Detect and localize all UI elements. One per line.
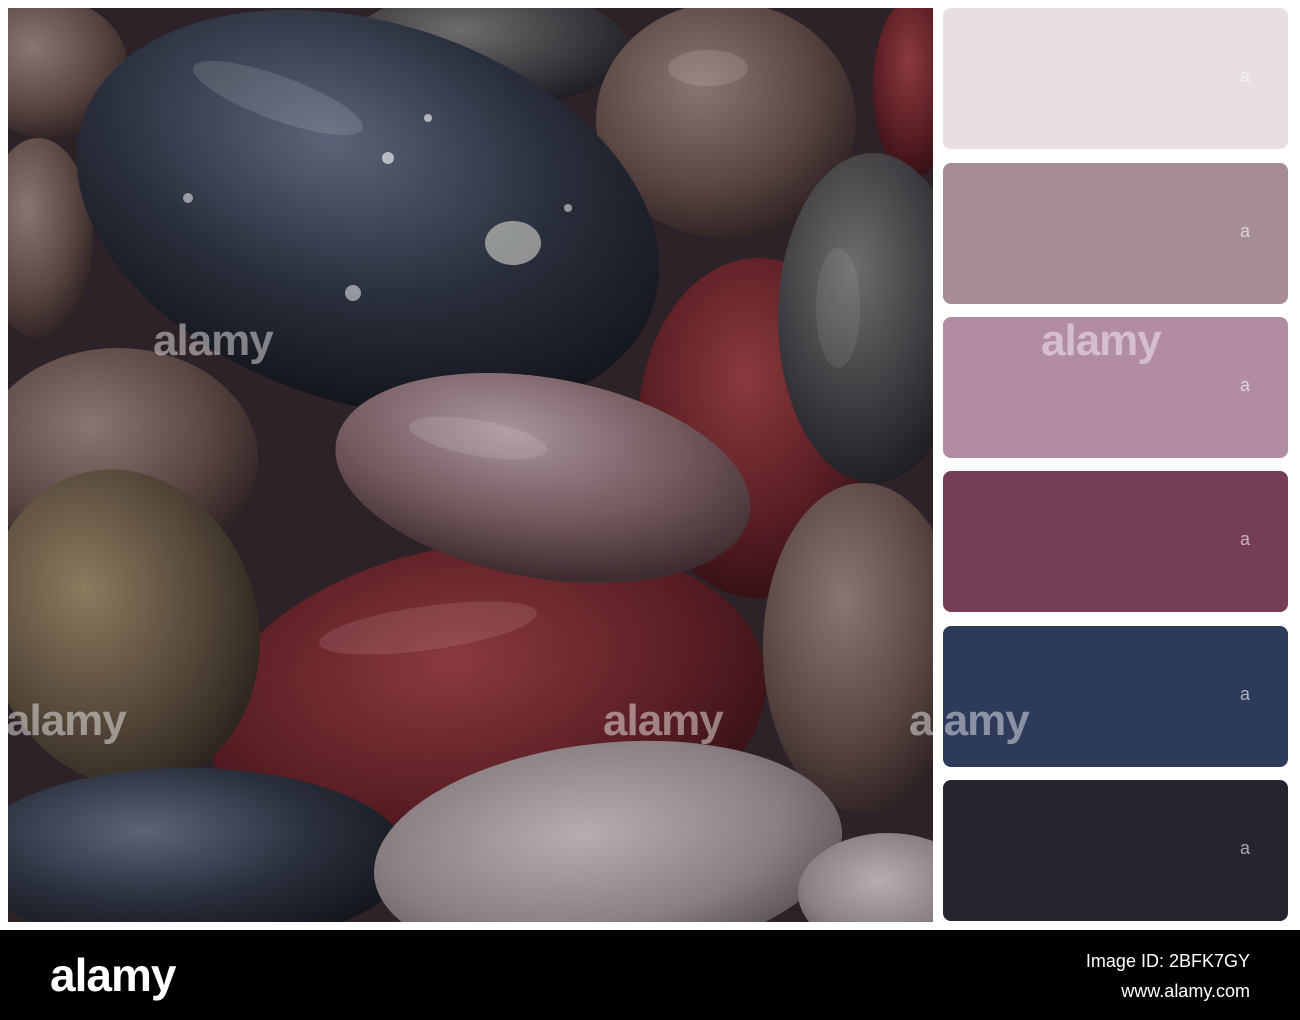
- photo-pebbles: alamy alamy alamy: [8, 8, 933, 922]
- swatch-5: a: [943, 626, 1288, 767]
- image-info: Image ID: 2BFK7GY www.alamy.com: [1086, 946, 1250, 1006]
- brand-logo: alamy: [50, 949, 176, 1001]
- swatch-3: a: [943, 317, 1288, 458]
- swatch-mark: a: [1239, 375, 1250, 395]
- swatch-1: a: [943, 8, 1288, 149]
- color-palette: a a a a a a alamy alamy: [909, 8, 1290, 922]
- swatch-4: a: [943, 471, 1288, 612]
- image-id: Image ID: 2BFK7GY: [1085, 951, 1250, 971]
- footer-bar: alamy Image ID: 2BFK7GY www.alamy.com: [0, 930, 1300, 1020]
- pebbles-illustration: [8, 8, 933, 922]
- swatch-mark: a: [1239, 66, 1250, 86]
- swatch-mark: a: [1239, 221, 1250, 241]
- swatch-6: a: [943, 780, 1288, 921]
- swatch-mark: a: [1239, 838, 1250, 858]
- swatch-2: a: [943, 163, 1288, 304]
- site-url: www.alamy.com: [1121, 981, 1250, 1001]
- swatch-mark: a: [1239, 529, 1250, 549]
- swatch-mark: a: [1239, 684, 1250, 704]
